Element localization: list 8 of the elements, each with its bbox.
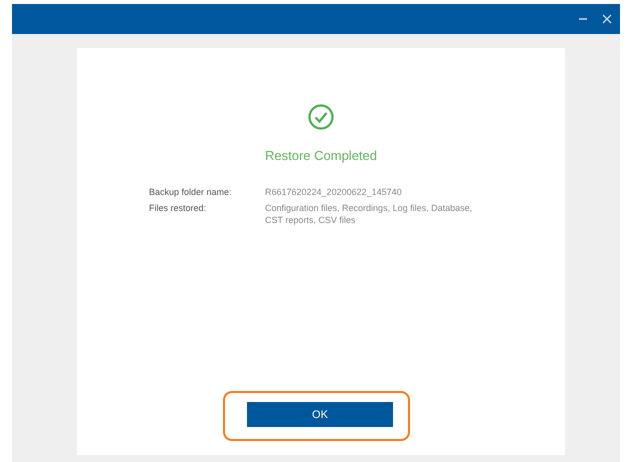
ok-button[interactable]: OK xyxy=(247,402,393,427)
detail-value: R6617620224_20200622_145740 xyxy=(265,186,403,198)
detail-label: Backup folder name: xyxy=(149,186,233,198)
detail-value: Configuration files, Recordings, Log files, Database, CST reports, CSV files xyxy=(265,202,474,226)
check-circle-icon xyxy=(308,104,334,130)
detail-label: Files restored: xyxy=(149,202,208,215)
dialog-title: Restore Completed xyxy=(265,148,377,164)
close-icon[interactable] xyxy=(602,14,612,24)
